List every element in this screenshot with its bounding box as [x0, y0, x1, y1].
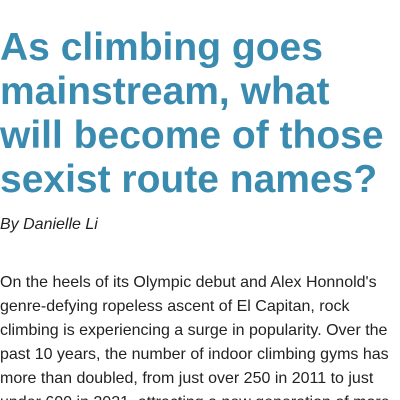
headline-line: sexist route names?	[0, 158, 378, 201]
headline-line: will become of those	[0, 114, 384, 157]
body-line: under 600 in 2021, attracting a new gene…	[0, 391, 400, 400]
body-line: more than doubled, from just over 250 in…	[0, 370, 374, 387]
body-line: genre-defying ropeless ascent of El Capi…	[0, 298, 350, 315]
headline-line: mainstream, what	[0, 70, 330, 113]
headline-line: As climbing goes	[0, 26, 323, 69]
body-line: On the heels of its Olympic debut and Al…	[0, 274, 377, 291]
article-headline: As climbing goes mainstream, what will b…	[0, 26, 400, 202]
body-line: climbing is experiencing a surge in popu…	[0, 322, 388, 339]
article-body: On the heels of its Olympic debut and Al…	[0, 271, 400, 400]
byline: By Danielle Li	[0, 216, 98, 233]
body-line: past 10 years, the number of indoor clim…	[0, 346, 389, 363]
article: As climbing goes mainstream, what will b…	[0, 0, 400, 400]
